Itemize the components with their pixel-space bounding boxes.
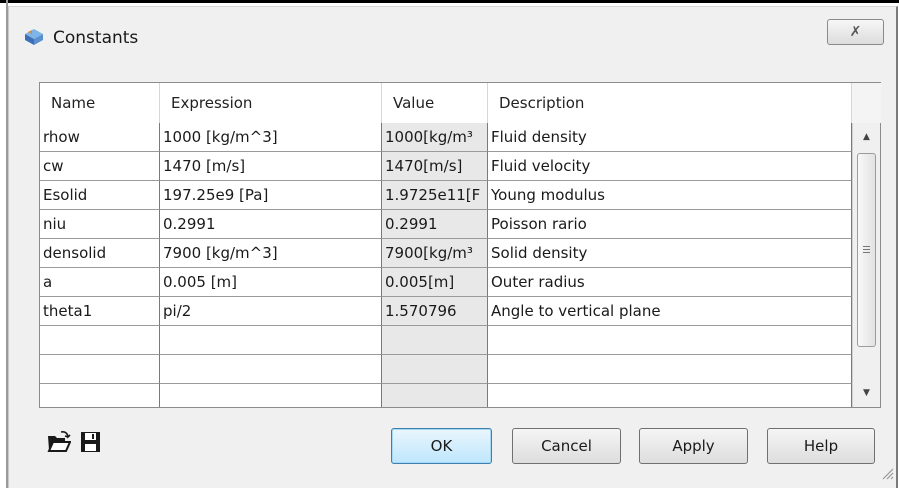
column-header-expression[interactable]: Expression (160, 83, 382, 123)
column-header-description[interactable]: Description (488, 83, 852, 123)
description-cell[interactable]: Fluid density (488, 123, 852, 152)
table-row: cw 1470 [m/s] 1470[m/s] Fluid velocity (40, 152, 852, 181)
name-cell[interactable] (40, 384, 160, 407)
grip-line (863, 249, 870, 250)
expression-cell[interactable] (160, 355, 382, 384)
value-cell (382, 384, 488, 407)
help-button[interactable]: Help (767, 428, 875, 464)
column-header-value[interactable]: Value (382, 83, 488, 123)
value-cell: 1.570796 (382, 297, 488, 326)
scroll-down-arrow-icon[interactable]: ▼ (853, 379, 880, 407)
expression-cell[interactable]: 0.005 [m] (160, 268, 382, 297)
ok-button[interactable]: OK (391, 428, 492, 464)
description-cell[interactable]: Poisson rario (488, 210, 852, 239)
column-headers: Name Expression Value Description (40, 83, 852, 123)
description-cell[interactable]: Outer radius (488, 268, 852, 297)
scroll-up-arrow-icon[interactable]: ▲ (853, 123, 880, 151)
description-cell[interactable] (488, 355, 852, 384)
header-corner (852, 83, 881, 123)
cancel-button[interactable]: Cancel (512, 428, 621, 464)
close-button[interactable]: ✗ (827, 19, 884, 45)
scroll-thumb[interactable] (857, 153, 876, 347)
grip-line (863, 246, 870, 247)
description-cell[interactable] (488, 384, 852, 407)
name-cell[interactable]: cw (40, 152, 160, 181)
value-cell: 1000[kg/m³ (382, 123, 488, 152)
value-cell (382, 326, 488, 355)
name-cell[interactable]: rhow (40, 123, 160, 152)
column-header-name[interactable]: Name (40, 83, 160, 123)
name-cell[interactable]: densolid (40, 239, 160, 268)
description-cell[interactable] (488, 326, 852, 355)
constants-dialog: Constants ✗ Name Expression Value Descri… (8, 6, 898, 488)
value-cell: 0.2991 (382, 210, 488, 239)
table-row: Esolid 197.25e9 [Pa] 1.9725e11[F Young m… (40, 181, 852, 210)
table-row (40, 355, 852, 384)
open-folder-icon[interactable] (47, 431, 71, 453)
description-cell[interactable]: Angle to vertical plane (488, 297, 852, 326)
constants-app-icon (25, 29, 43, 45)
expression-cell[interactable]: 197.25e9 [Pa] (160, 181, 382, 210)
close-icon: ✗ (849, 24, 862, 40)
table-row (40, 384, 852, 407)
name-cell[interactable]: Esolid (40, 181, 160, 210)
description-cell[interactable]: Young modulus (488, 181, 852, 210)
expression-cell[interactable]: 1470 [m/s] (160, 152, 382, 181)
value-cell: 1.9725e11[F (382, 181, 488, 210)
expression-cell[interactable]: 7900 [kg/m^3] (160, 239, 382, 268)
window-top-edge (0, 0, 899, 3)
table-row: rhow 1000 [kg/m^3] 1000[kg/m³ Fluid dens… (40, 123, 852, 152)
expression-cell[interactable] (160, 326, 382, 355)
grip-line (863, 252, 870, 253)
table-row: densolid 7900 [kg/m^3] 7900[kg/m³ Solid … (40, 239, 852, 268)
value-cell: 1470[m/s] (382, 152, 488, 181)
vertical-scrollbar[interactable]: ▲ ▼ (852, 123, 880, 407)
expression-cell[interactable] (160, 384, 382, 407)
table-row: theta1 pi/2 1.570796 Angle to vertical p… (40, 297, 852, 326)
expression-cell[interactable]: 1000 [kg/m^3] (160, 123, 382, 152)
title-bar: Constants ✗ (9, 7, 896, 59)
dialog-title: Constants (53, 28, 139, 48)
name-cell[interactable] (40, 326, 160, 355)
value-cell: 7900[kg/m³ (382, 239, 488, 268)
table-row: niu 0.2991 0.2991 Poisson rario (40, 210, 852, 239)
name-cell[interactable]: theta1 (40, 297, 160, 326)
expression-cell[interactable]: pi/2 (160, 297, 382, 326)
resize-grip-icon[interactable] (880, 466, 894, 480)
table-row (40, 326, 852, 355)
expression-cell[interactable]: 0.2991 (160, 210, 382, 239)
apply-button[interactable]: Apply (639, 428, 748, 464)
table-row: a 0.005 [m] 0.005[m] Outer radius (40, 268, 852, 297)
value-cell (382, 355, 488, 384)
description-cell[interactable]: Solid density (488, 239, 852, 268)
description-cell[interactable]: Fluid velocity (488, 152, 852, 181)
name-cell[interactable]: a (40, 268, 160, 297)
value-cell: 0.005[m] (382, 268, 488, 297)
constants-table: Name Expression Value Description rhow 1… (39, 82, 881, 408)
save-disk-icon[interactable] (79, 431, 103, 453)
name-cell[interactable] (40, 355, 160, 384)
name-cell[interactable]: niu (40, 210, 160, 239)
